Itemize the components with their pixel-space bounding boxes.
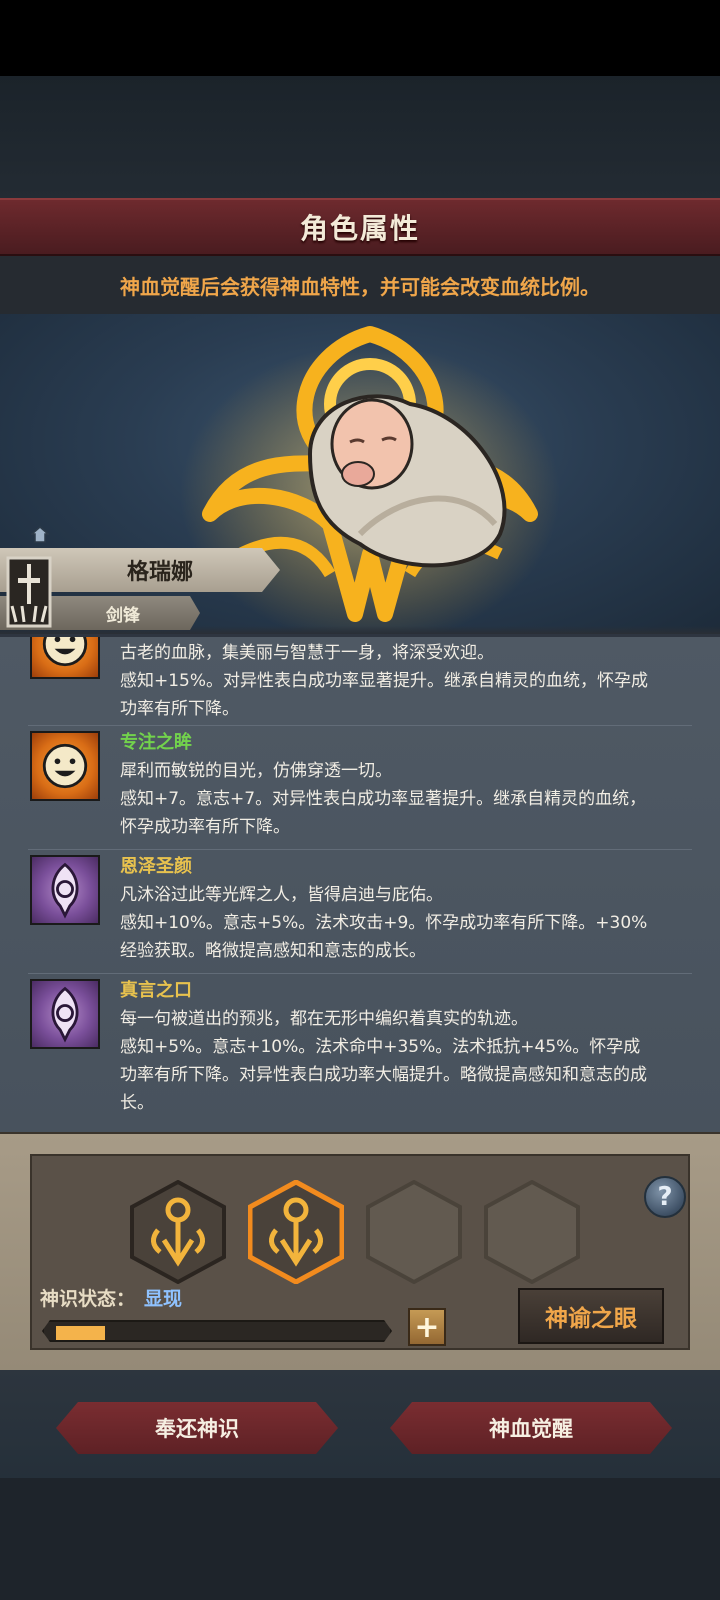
return-divine-label: 奉还神识	[155, 1417, 239, 1441]
trait-title: 恩泽圣颜	[120, 856, 192, 877]
background-top	[0, 76, 720, 198]
trait-line: 感知+10%。意志+5%。法术攻击+9。怀孕成功率有所下降。+30%	[120, 913, 648, 933]
divine-slot-filled[interactable]	[130, 1180, 226, 1284]
title-bar: 角色属性	[0, 198, 720, 256]
trait-line: 长。	[120, 1093, 154, 1113]
status-bar	[0, 0, 720, 76]
status-value: 显现	[144, 1288, 183, 1310]
divine-progress-bar	[42, 1320, 392, 1342]
divine-slot-selected[interactable]	[248, 1180, 344, 1284]
trait-line: 感知+5%。意志+10%。法术命中+35%。法术抵抗+45%。怀孕成	[120, 1037, 641, 1057]
divine-mark-trait-icon	[30, 979, 100, 1049]
character-name: 格瑞娜	[126, 560, 193, 585]
hint-bar: 神血觉醒后会获得神血特性，并可能会改变血统比例。	[0, 256, 720, 314]
blood-awaken-button[interactable]: 神血觉醒	[390, 1402, 672, 1454]
trait-line: 功率有所下降。	[120, 699, 239, 719]
divine-panel: ? 神识状态： 显现 + 神谕之眼	[0, 1132, 720, 1370]
background-bottom	[0, 1478, 720, 1600]
trait-line: 凡沐浴过此等光辉之人，皆得启迪与庇佑。	[120, 885, 443, 905]
oracle-eye-label: 神谕之眼	[545, 1306, 637, 1332]
return-divine-button[interactable]: 奉还神识	[56, 1402, 338, 1454]
divine-slot-empty[interactable]	[366, 1180, 462, 1284]
oracle-eye-button[interactable]: 神谕之眼	[518, 1288, 664, 1344]
add-divine-button[interactable]: +	[408, 1308, 446, 1346]
divider	[28, 725, 692, 726]
trait-title: 专注之眸	[120, 732, 192, 753]
divine-mark-trait-icon	[30, 855, 100, 925]
trait-line: 每一句被道出的预兆，都在无形中编织着真实的轨迹。	[120, 1009, 528, 1029]
baby-portrait-icon	[307, 394, 507, 568]
help-button[interactable]: ?	[644, 1176, 686, 1218]
smile-trait-icon	[30, 637, 100, 679]
character-class: 剑锋	[106, 605, 140, 626]
divider	[28, 973, 692, 974]
smile-trait-icon	[30, 731, 100, 801]
sword-class-icon	[6, 556, 52, 628]
trait-list[interactable]: 古老的血脉，集美丽与智慧于一身，将深受欢迎。 感知+15%。对异性表白成功率显著…	[0, 634, 720, 1132]
trait-line: 犀利而敏锐的目光，仿佛穿透一切。	[120, 761, 392, 781]
hint-text: 神血觉醒后会获得神血特性，并可能会改变血统比例。	[120, 274, 600, 299]
trait-line: 经验获取。略微提高感知和意志的成长。	[120, 941, 426, 961]
trait-line: 感知+15%。对异性表白成功率显著提升。继承自精灵的血统，怀孕成	[120, 671, 649, 691]
action-bar: 奉还神识 神血觉醒	[0, 1370, 720, 1478]
status-label: 神识状态：	[40, 1288, 136, 1310]
trait-line: 功率有所下降。对异性表白成功率大幅提升。略微提高感知和意志的成	[120, 1065, 647, 1085]
divine-slot-empty[interactable]	[484, 1180, 580, 1284]
trait-line: 怀孕成功率有所下降。	[120, 817, 290, 837]
blood-awaken-label: 神血觉醒	[489, 1417, 573, 1441]
trait-line: 古老的血脉，集美丽与智慧于一身，将深受欢迎。	[120, 643, 494, 663]
page-title: 角色属性	[299, 212, 420, 245]
divider	[28, 849, 692, 850]
rank-icon	[31, 526, 49, 543]
progress-fill	[56, 1326, 105, 1340]
divine-slots-panel: ? 神识状态： 显现 + 神谕之眼	[30, 1154, 690, 1350]
trait-title: 真言之口	[120, 980, 192, 1001]
trait-line: 感知+7。意志+7。对异性表白成功率显著提升。继承自精灵的血统，	[120, 789, 647, 809]
